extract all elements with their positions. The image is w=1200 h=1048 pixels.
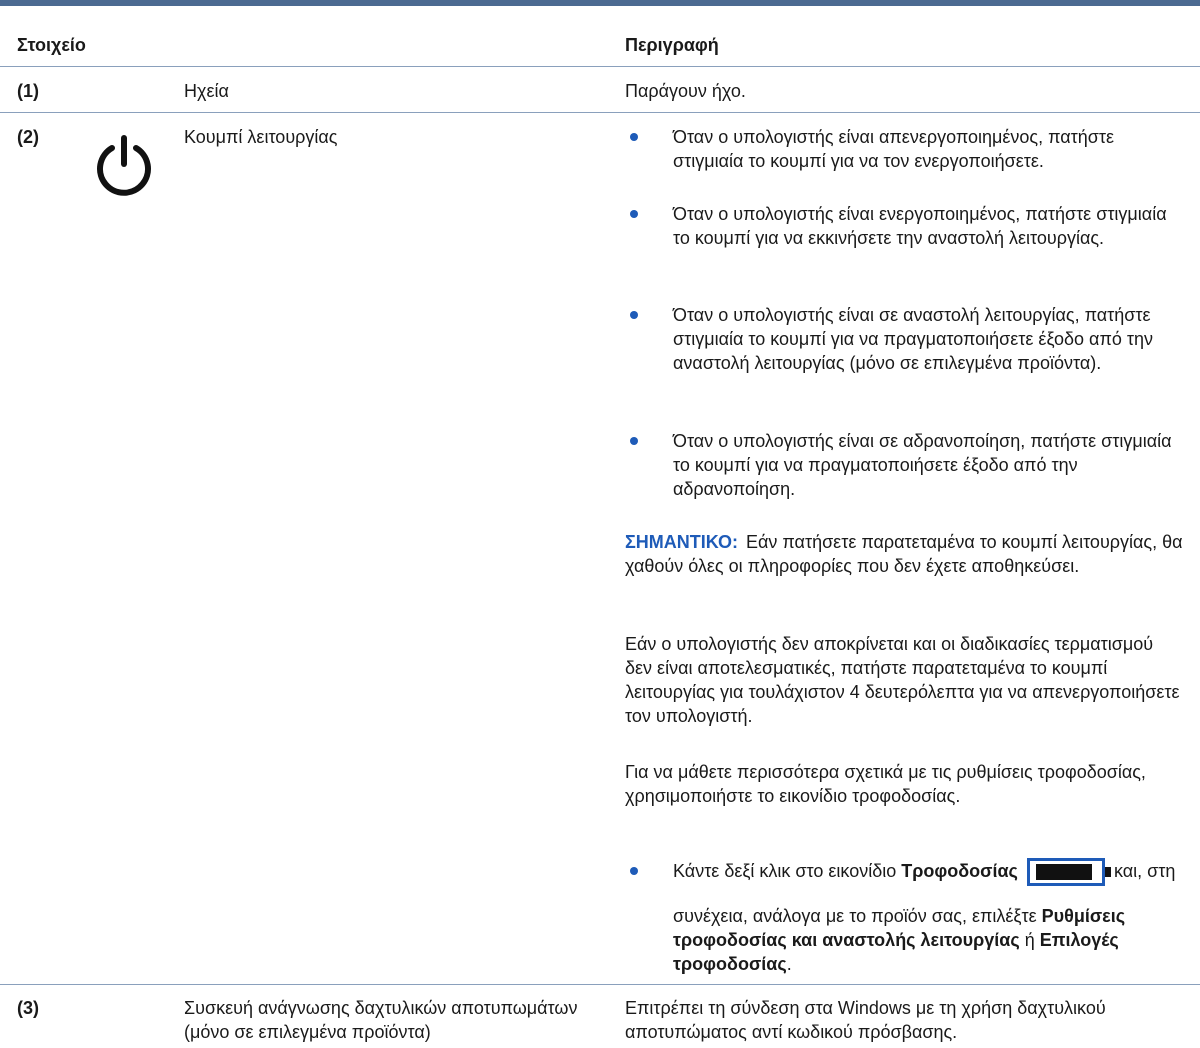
table-top-rule (0, 0, 1200, 6)
description-paragraph: Εάν ο υπολογιστής δεν αποκρίνεται και οι… (625, 634, 1180, 726)
bullet-dot (630, 437, 638, 445)
bullet-item: Όταν ο υπολογιστής είναι ενεργοποιημένος… (673, 204, 1167, 248)
header-item: Στοιχείο (17, 35, 86, 55)
row-item-name: Κουμπί λειτουργίας (184, 127, 338, 147)
row-number: (3) (17, 998, 39, 1018)
power-icon (92, 134, 156, 198)
bullet-dot (630, 867, 638, 875)
bullet-item-continuation: συνέχεια, ανάλογα με το προϊόν σας, επιλ… (673, 904, 1183, 976)
row-description: Παράγουν ήχο. (625, 81, 746, 101)
bullet-item: Όταν ο υπολογιστής είναι σε αδρανοποίηση… (673, 431, 1172, 499)
row-item-name: Συσκευή ανάγνωσης δαχτυλικών αποτυπωμάτω… (184, 998, 578, 1042)
row-number: (1) (17, 81, 39, 101)
row-divider (0, 112, 1200, 113)
row-number: (2) (17, 127, 39, 147)
bullet-text-post: και, στη (1108, 861, 1176, 881)
important-note: ΣΗΜΑΝΤΙΚΟ: Εάν πατήσετε παρατεταμένα το κ… (625, 530, 1185, 578)
bullet-dot (630, 133, 638, 141)
header-divider (0, 66, 1200, 67)
bullet-item: Όταν ο υπολογιστής είναι σε αναστολή λει… (673, 305, 1154, 373)
important-label: ΣΗΜΑΝΤΙΚΟ: (625, 532, 738, 552)
bullet-text-pre: Κάντε δεξί κλικ στο εικονίδιο (673, 861, 902, 881)
header-description: Περιγραφή (625, 35, 719, 55)
row-item-name: Ηχεία (184, 81, 229, 101)
power-word: Τροφοδοσίας (901, 861, 1018, 881)
bullet-dot (630, 311, 638, 319)
continuation-pre: συνέχεια, ανάλογα με το προϊόν σας, επιλ… (673, 906, 1042, 926)
bullet-item: Όταν ο υπολογιστής είναι απενεργοποιημέν… (673, 127, 1115, 171)
bullet-dot (630, 210, 638, 218)
row-description: Επιτρέπει τη σύνδεση στα Windows με τη χ… (625, 998, 1106, 1042)
row-divider (0, 984, 1200, 985)
bullet-item-power-settings: Κάντε δεξί κλικ στο εικονίδιο Τροφοδοσία… (673, 855, 1183, 887)
description-paragraph: Για να μάθετε περισσότερα σχετικά με τις… (625, 762, 1146, 806)
continuation-end: . (786, 954, 792, 974)
continuation-or: ή (1019, 930, 1040, 950)
battery-icon (1026, 858, 1111, 887)
